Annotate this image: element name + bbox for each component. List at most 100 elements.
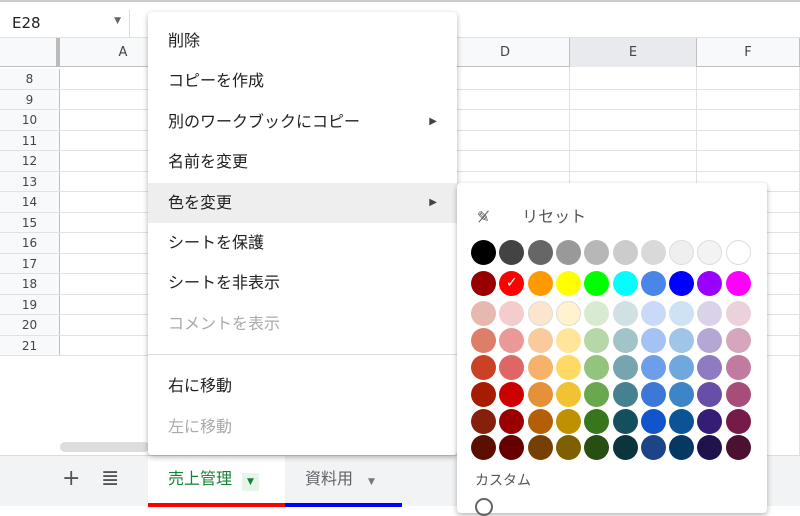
select-all-corner[interactable]: [0, 38, 60, 67]
row-header[interactable]: 19: [0, 294, 60, 314]
color-swatch[interactable]: [697, 240, 723, 265]
name-box[interactable]: E28 ▼: [0, 10, 130, 38]
color-swatch[interactable]: [555, 271, 581, 296]
color-swatch[interactable]: [555, 328, 581, 353]
color-swatch[interactable]: [499, 355, 525, 380]
color-swatch[interactable]: [669, 409, 695, 434]
row-header[interactable]: 11: [0, 130, 60, 150]
color-swatch[interactable]: [471, 328, 496, 353]
color-swatch[interactable]: [584, 409, 610, 434]
color-swatch[interactable]: [612, 271, 638, 296]
color-swatch[interactable]: [640, 271, 666, 296]
color-swatch[interactable]: [555, 435, 581, 460]
add-custom-color-icon[interactable]: [475, 498, 493, 516]
color-swatch[interactable]: [640, 355, 666, 380]
row-header[interactable]: 18: [0, 274, 60, 294]
color-swatch[interactable]: [697, 382, 723, 407]
color-swatch[interactable]: [499, 240, 525, 265]
color-swatch[interactable]: [697, 355, 723, 380]
color-swatch[interactable]: [471, 382, 496, 407]
color-swatch[interactable]: [499, 435, 525, 460]
color-swatch[interactable]: [640, 240, 666, 265]
color-swatch[interactable]: [612, 328, 638, 353]
row-header[interactable]: 16: [0, 233, 60, 253]
color-swatch[interactable]: [640, 301, 666, 326]
color-swatch[interactable]: [555, 240, 581, 265]
menu-item[interactable]: 色を変更 ▶: [148, 182, 457, 223]
row-header[interactable]: 12: [0, 151, 60, 171]
color-swatch[interactable]: [499, 328, 525, 353]
color-swatch[interactable]: [527, 301, 553, 326]
color-swatch[interactable]: [584, 271, 610, 296]
column-header-cell[interactable]: F: [697, 38, 800, 67]
color-swatch[interactable]: [527, 382, 553, 407]
row-header[interactable]: 15: [0, 212, 60, 232]
color-swatch[interactable]: [584, 301, 610, 326]
color-swatch[interactable]: [697, 435, 723, 460]
menu-item[interactable]: 名前を変更: [148, 142, 457, 182]
color-swatch[interactable]: [584, 355, 610, 380]
color-swatch[interactable]: [725, 409, 751, 434]
color-swatch[interactable]: [725, 328, 751, 353]
color-swatch[interactable]: [555, 301, 581, 326]
color-swatch[interactable]: [527, 355, 553, 380]
menu-item[interactable]: コピーを作成: [148, 61, 457, 101]
menu-item[interactable]: シートを保護: [148, 223, 457, 263]
color-swatch[interactable]: [612, 435, 638, 460]
sheet-menu-chevron-icon[interactable]: ▼: [363, 473, 380, 491]
color-swatch[interactable]: [725, 355, 751, 380]
color-swatch[interactable]: [584, 328, 610, 353]
row-header[interactable]: 17: [0, 253, 60, 273]
sheet-tab[interactable]: 資料用 ▼: [285, 456, 402, 507]
color-swatch[interactable]: [499, 382, 525, 407]
color-swatch[interactable]: [725, 240, 751, 265]
color-swatch[interactable]: [612, 301, 638, 326]
color-swatch[interactable]: [725, 382, 751, 407]
color-swatch[interactable]: [499, 301, 525, 326]
color-swatch[interactable]: [669, 355, 695, 380]
color-swatch[interactable]: [527, 328, 553, 353]
color-swatch[interactable]: [612, 382, 638, 407]
color-swatch[interactable]: [697, 409, 723, 434]
color-swatch[interactable]: [471, 301, 496, 326]
column-header-cell[interactable]: E: [570, 38, 697, 67]
menu-item[interactable]: 削除: [148, 21, 457, 61]
color-swatch[interactable]: [471, 271, 496, 296]
color-swatch[interactable]: [725, 271, 751, 296]
row-header[interactable]: 20: [0, 315, 60, 335]
color-swatch[interactable]: [471, 240, 496, 265]
row-header[interactable]: 8: [0, 69, 60, 89]
color-swatch[interactable]: [471, 355, 496, 380]
column-header-cell[interactable]: D: [441, 38, 570, 67]
color-swatch[interactable]: [640, 382, 666, 407]
row-header[interactable]: 10: [0, 110, 60, 130]
color-swatch[interactable]: [527, 435, 553, 460]
row-header[interactable]: 13: [0, 171, 60, 191]
color-swatch[interactable]: [669, 382, 695, 407]
row-header[interactable]: 21: [0, 335, 60, 355]
color-swatch[interactable]: [555, 382, 581, 407]
color-swatch[interactable]: [697, 301, 723, 326]
color-swatch[interactable]: [584, 240, 610, 265]
color-swatch[interactable]: [584, 435, 610, 460]
color-swatch[interactable]: [697, 271, 723, 296]
menu-item[interactable]: シートを非表示: [148, 263, 457, 303]
color-swatch[interactable]: [499, 409, 525, 434]
color-swatch-selected[interactable]: ✓: [499, 271, 525, 296]
color-swatch[interactable]: [669, 240, 695, 265]
menu-item[interactable]: 右に移動: [148, 366, 457, 406]
menu-item[interactable]: 別のワークブックにコピー ▶: [148, 102, 457, 142]
color-swatch[interactable]: [527, 240, 553, 265]
color-swatch[interactable]: [725, 301, 751, 326]
color-swatch[interactable]: [697, 328, 723, 353]
color-swatch[interactable]: [669, 435, 695, 460]
all-sheets-button[interactable]: ≣: [101, 466, 119, 491]
horizontal-scrollbar[interactable]: [60, 442, 150, 452]
color-swatch[interactable]: [584, 382, 610, 407]
color-swatch[interactable]: [612, 240, 638, 265]
color-swatch[interactable]: [612, 409, 638, 434]
color-swatch[interactable]: [640, 435, 666, 460]
color-swatch[interactable]: [527, 409, 553, 434]
sheet-menu-chevron-icon[interactable]: ▼: [242, 473, 259, 491]
color-swatch[interactable]: [612, 355, 638, 380]
